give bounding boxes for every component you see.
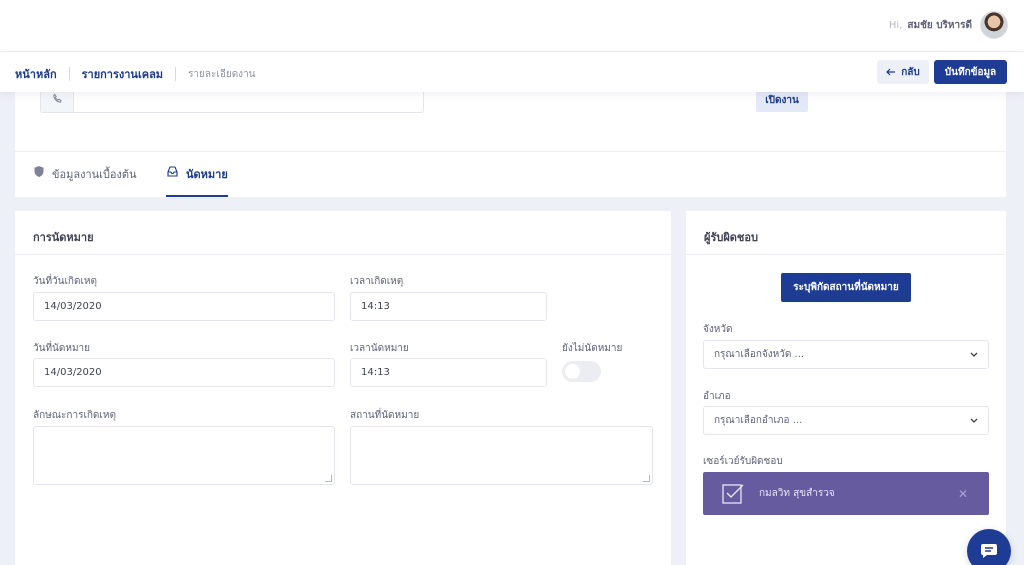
breadcrumb-home[interactable]: หน้าหลัก bbox=[15, 65, 57, 83]
back-button-label: กลับ bbox=[901, 66, 920, 78]
breadcrumb-separator bbox=[175, 67, 177, 81]
province-select-value: กรุณาเลือกจังหวัด ... bbox=[714, 349, 805, 360]
district-select[interactable]: กรุณาเลือกอำเภอ ... bbox=[703, 406, 989, 435]
incident-time-label: เวลาเกิดเหตุ bbox=[350, 276, 404, 287]
district-select-value: กรุณาเลือกอำเภอ ... bbox=[714, 415, 803, 426]
incident-nature-textarea[interactable] bbox=[33, 426, 335, 485]
incident-date-label: วันที่วันเกิดเหตุ bbox=[33, 276, 97, 287]
appointment-card-title: การนัดหมาย bbox=[15, 211, 671, 255]
breadcrumb-current: รายละเอียดงาน bbox=[188, 68, 256, 80]
avatar[interactable] bbox=[980, 11, 1008, 39]
surveyor-name: กมลวิท สุขสำรวจ bbox=[759, 488, 835, 499]
surveyor-item[interactable]: กมลวิท สุขสำรวจ ✕ bbox=[703, 472, 989, 515]
tab-basic-info[interactable]: ข้อมูลงานเบื้องต้น bbox=[33, 165, 137, 197]
incident-date-input[interactable]: 14/03/2020 bbox=[33, 292, 335, 321]
incident-time-input[interactable]: 14:13 bbox=[350, 292, 547, 321]
district-label: อำเภอ bbox=[703, 391, 731, 402]
breadcrumb-claims[interactable]: รายการงานเคลม bbox=[82, 65, 163, 83]
appointment-card: การนัดหมาย วันที่วันเกิดเหตุ 14/03/2020 … bbox=[15, 211, 671, 565]
user-greeting[interactable]: Hi, สมชัย บริหารดี bbox=[889, 11, 1008, 39]
appointment-place-label: สถานที่นัดหมาย bbox=[350, 410, 420, 421]
appointment-date-label: วันที่นัดหมาย bbox=[33, 343, 91, 354]
phone-icon bbox=[52, 93, 62, 103]
greeting-text: Hi, bbox=[888, 19, 903, 31]
appointment-place-textarea[interactable] bbox=[350, 426, 653, 485]
surveyor-label: เซอร์เวย์รับผิดชอบ bbox=[703, 456, 783, 467]
responsible-card-title: ผู้รับผิดชอบ bbox=[686, 211, 1006, 255]
top-header: Hi, สมชัย บริหารดี bbox=[0, 0, 1024, 52]
checkbox-icon bbox=[722, 484, 744, 504]
not-scheduled-label: ยังไม่นัดหมาย bbox=[562, 343, 623, 354]
chevron-down-icon bbox=[970, 418, 978, 423]
back-button[interactable]: กลับ bbox=[877, 60, 929, 84]
province-label: จังหวัด bbox=[703, 324, 733, 335]
responsible-card: ผู้รับผิดชอบ ระบุพิกัดสถานที่นัดหมาย จัง… bbox=[686, 211, 1006, 565]
chat-icon bbox=[981, 544, 997, 558]
appointment-time-input[interactable]: 14:13 bbox=[350, 358, 547, 387]
tab-appointment[interactable]: นัดหมาย bbox=[166, 165, 228, 197]
not-scheduled-toggle[interactable] bbox=[562, 361, 601, 382]
divider bbox=[15, 151, 1006, 152]
inbox-icon bbox=[167, 166, 178, 177]
toggle-knob bbox=[565, 364, 580, 379]
close-icon[interactable]: ✕ bbox=[958, 487, 968, 501]
save-button[interactable]: บันทึกข้อมูล bbox=[934, 60, 1007, 84]
subheader: หน้าหลัก รายการงานเคลม รายละเอียดงาน กลั… bbox=[0, 52, 1024, 92]
shield-icon bbox=[34, 166, 44, 177]
tab-appointment-label: นัดหมาย bbox=[186, 168, 228, 181]
incident-nature-label: ลักษณะการเกิดเหตุ bbox=[33, 410, 116, 421]
appointment-time-label: เวลานัดหมาย bbox=[350, 343, 409, 354]
job-info-card: เปิดงาน ข้อมูลงานเบื้องต้น นัดหมาย bbox=[15, 84, 1006, 197]
breadcrumb-separator bbox=[68, 67, 70, 81]
breadcrumb: หน้าหลัก รายการงานเคลม รายละเอียดงาน bbox=[15, 65, 256, 83]
username: สมชัย บริหารดี bbox=[907, 19, 972, 31]
chevron-down-icon bbox=[970, 352, 978, 357]
province-select[interactable]: กรุณาเลือกจังหวัด ... bbox=[703, 340, 989, 369]
tab-basic-info-label: ข้อมูลงานเบื้องต้น bbox=[52, 168, 137, 181]
appointment-date-input[interactable]: 14/03/2020 bbox=[33, 358, 335, 387]
arrow-left-icon bbox=[886, 68, 896, 76]
pin-location-button[interactable]: ระบุพิกัดสถานที่นัดหมาย bbox=[781, 273, 911, 302]
chat-button[interactable] bbox=[967, 529, 1011, 565]
